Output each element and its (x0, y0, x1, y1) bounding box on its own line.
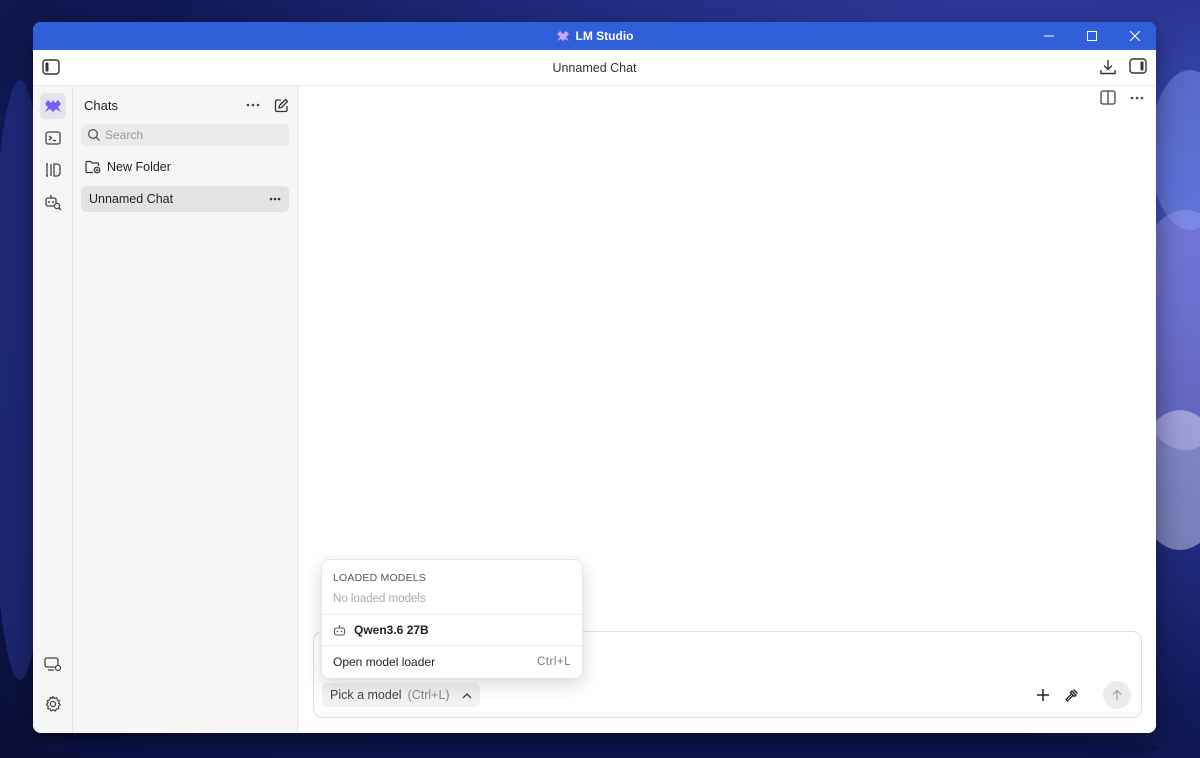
split-view-button[interactable] (1100, 90, 1116, 105)
chat-view-actions (1100, 90, 1144, 105)
chat-more-button[interactable] (1130, 90, 1144, 105)
nav-server[interactable] (40, 651, 66, 677)
chat-header: Unnamed Chat (33, 50, 1156, 86)
chat-list-item[interactable]: Unnamed Chat (81, 186, 289, 212)
split-view-icon (1100, 90, 1116, 105)
nav-developer[interactable] (40, 125, 66, 151)
app-title-text: LM Studio (575, 29, 634, 43)
nav-models[interactable] (40, 157, 66, 183)
close-icon (1129, 31, 1140, 41)
robot-search-icon (44, 195, 61, 211)
open-model-loader-label: Open model loader (333, 655, 436, 669)
composer-tools (1036, 681, 1131, 709)
sidebar-toggle-icon (42, 59, 60, 75)
new-folder-button[interactable]: New Folder (81, 152, 289, 182)
download-icon (1100, 60, 1116, 75)
lm-studio-logo-icon (556, 30, 570, 42)
sidebar-title: Chats (84, 97, 118, 113)
nav-settings[interactable] (40, 691, 66, 717)
tools-button[interactable] (1064, 688, 1079, 703)
title-bar[interactable]: LM Studio (33, 22, 1156, 50)
search-input[interactable] (105, 128, 275, 142)
nav-chat[interactable] (39, 93, 66, 119)
chats-sidebar: Chats New Folder Unnamed Ch (73, 86, 298, 733)
attach-button[interactable] (1036, 688, 1050, 702)
hammer-icon (1065, 688, 1078, 702)
minimize-button[interactable] (1027, 22, 1070, 50)
more-horizontal-icon (269, 197, 281, 201)
maximize-icon (1086, 31, 1097, 41)
header-actions (1099, 58, 1147, 76)
chat-title: Unnamed Chat (552, 60, 637, 75)
more-horizontal-icon (246, 103, 260, 107)
chevron-up-icon (462, 692, 472, 698)
sidebar-header: Chats (81, 86, 289, 124)
plus-icon (1037, 689, 1049, 701)
models-library-icon (45, 163, 61, 177)
loaded-models-heading: LOADED MODELS (333, 572, 427, 584)
edit-icon (274, 98, 289, 112)
folder-add-icon (85, 160, 101, 174)
app-title: LM Studio (556, 29, 634, 43)
pick-model-label: Pick a model (330, 688, 402, 702)
chat-main: LOADED MODELS No loaded models Qwen3.6 2… (298, 86, 1156, 733)
open-model-loader-shortcut: Ctrl+L (537, 656, 571, 668)
download-button[interactable] (1099, 58, 1117, 76)
terminal-icon (44, 131, 61, 145)
workspace: Chats New Folder Unnamed Ch (33, 86, 1156, 733)
new-folder-label: New Folder (107, 160, 171, 174)
right-panel-icon (1129, 58, 1147, 74)
open-model-loader-item[interactable]: Open model loader Ctrl+L (322, 646, 582, 678)
model-option[interactable]: Qwen3.6 27B (322, 615, 582, 646)
sidebar-actions (246, 98, 289, 113)
nav-discover[interactable] (40, 189, 66, 215)
more-horizontal-icon (1130, 96, 1144, 99)
arrow-up-icon (1112, 689, 1122, 700)
window-controls (1027, 22, 1156, 50)
maximize-button[interactable] (1070, 22, 1113, 50)
no-models-text: No loaded models (333, 593, 426, 605)
pick-model-shortcut: (Ctrl+L) (407, 688, 450, 702)
toggle-sidebar-button[interactable] (42, 59, 60, 78)
pick-model-button[interactable]: Pick a model (Ctrl+L) (322, 683, 480, 707)
nav-rail (33, 86, 73, 733)
toggle-right-panel-button[interactable] (1129, 58, 1147, 76)
rail-bottom (33, 651, 73, 723)
chat-item-label: Unnamed Chat (89, 192, 174, 206)
app-window: LM Studio Unnamed Chat Chats Search New … (33, 22, 1156, 733)
gear-icon (45, 695, 61, 712)
new-chat-button[interactable] (274, 98, 289, 113)
chat-logo-icon (44, 100, 61, 112)
send-button[interactable] (1103, 681, 1131, 709)
robot-icon (333, 625, 346, 636)
loaded-models-section: LOADED MODELS No loaded models (322, 560, 582, 615)
model-option-label: Qwen3.6 27B (354, 623, 429, 637)
server-link-icon (44, 657, 62, 672)
search-box (81, 124, 289, 146)
chat-item-options-button[interactable] (269, 197, 281, 201)
chats-more-button[interactable] (246, 103, 260, 107)
search-icon (88, 129, 100, 141)
close-button[interactable] (1113, 22, 1156, 50)
minimize-icon (1043, 35, 1054, 37)
model-picker-menu: LOADED MODELS No loaded models Qwen3.6 2… (321, 559, 583, 679)
